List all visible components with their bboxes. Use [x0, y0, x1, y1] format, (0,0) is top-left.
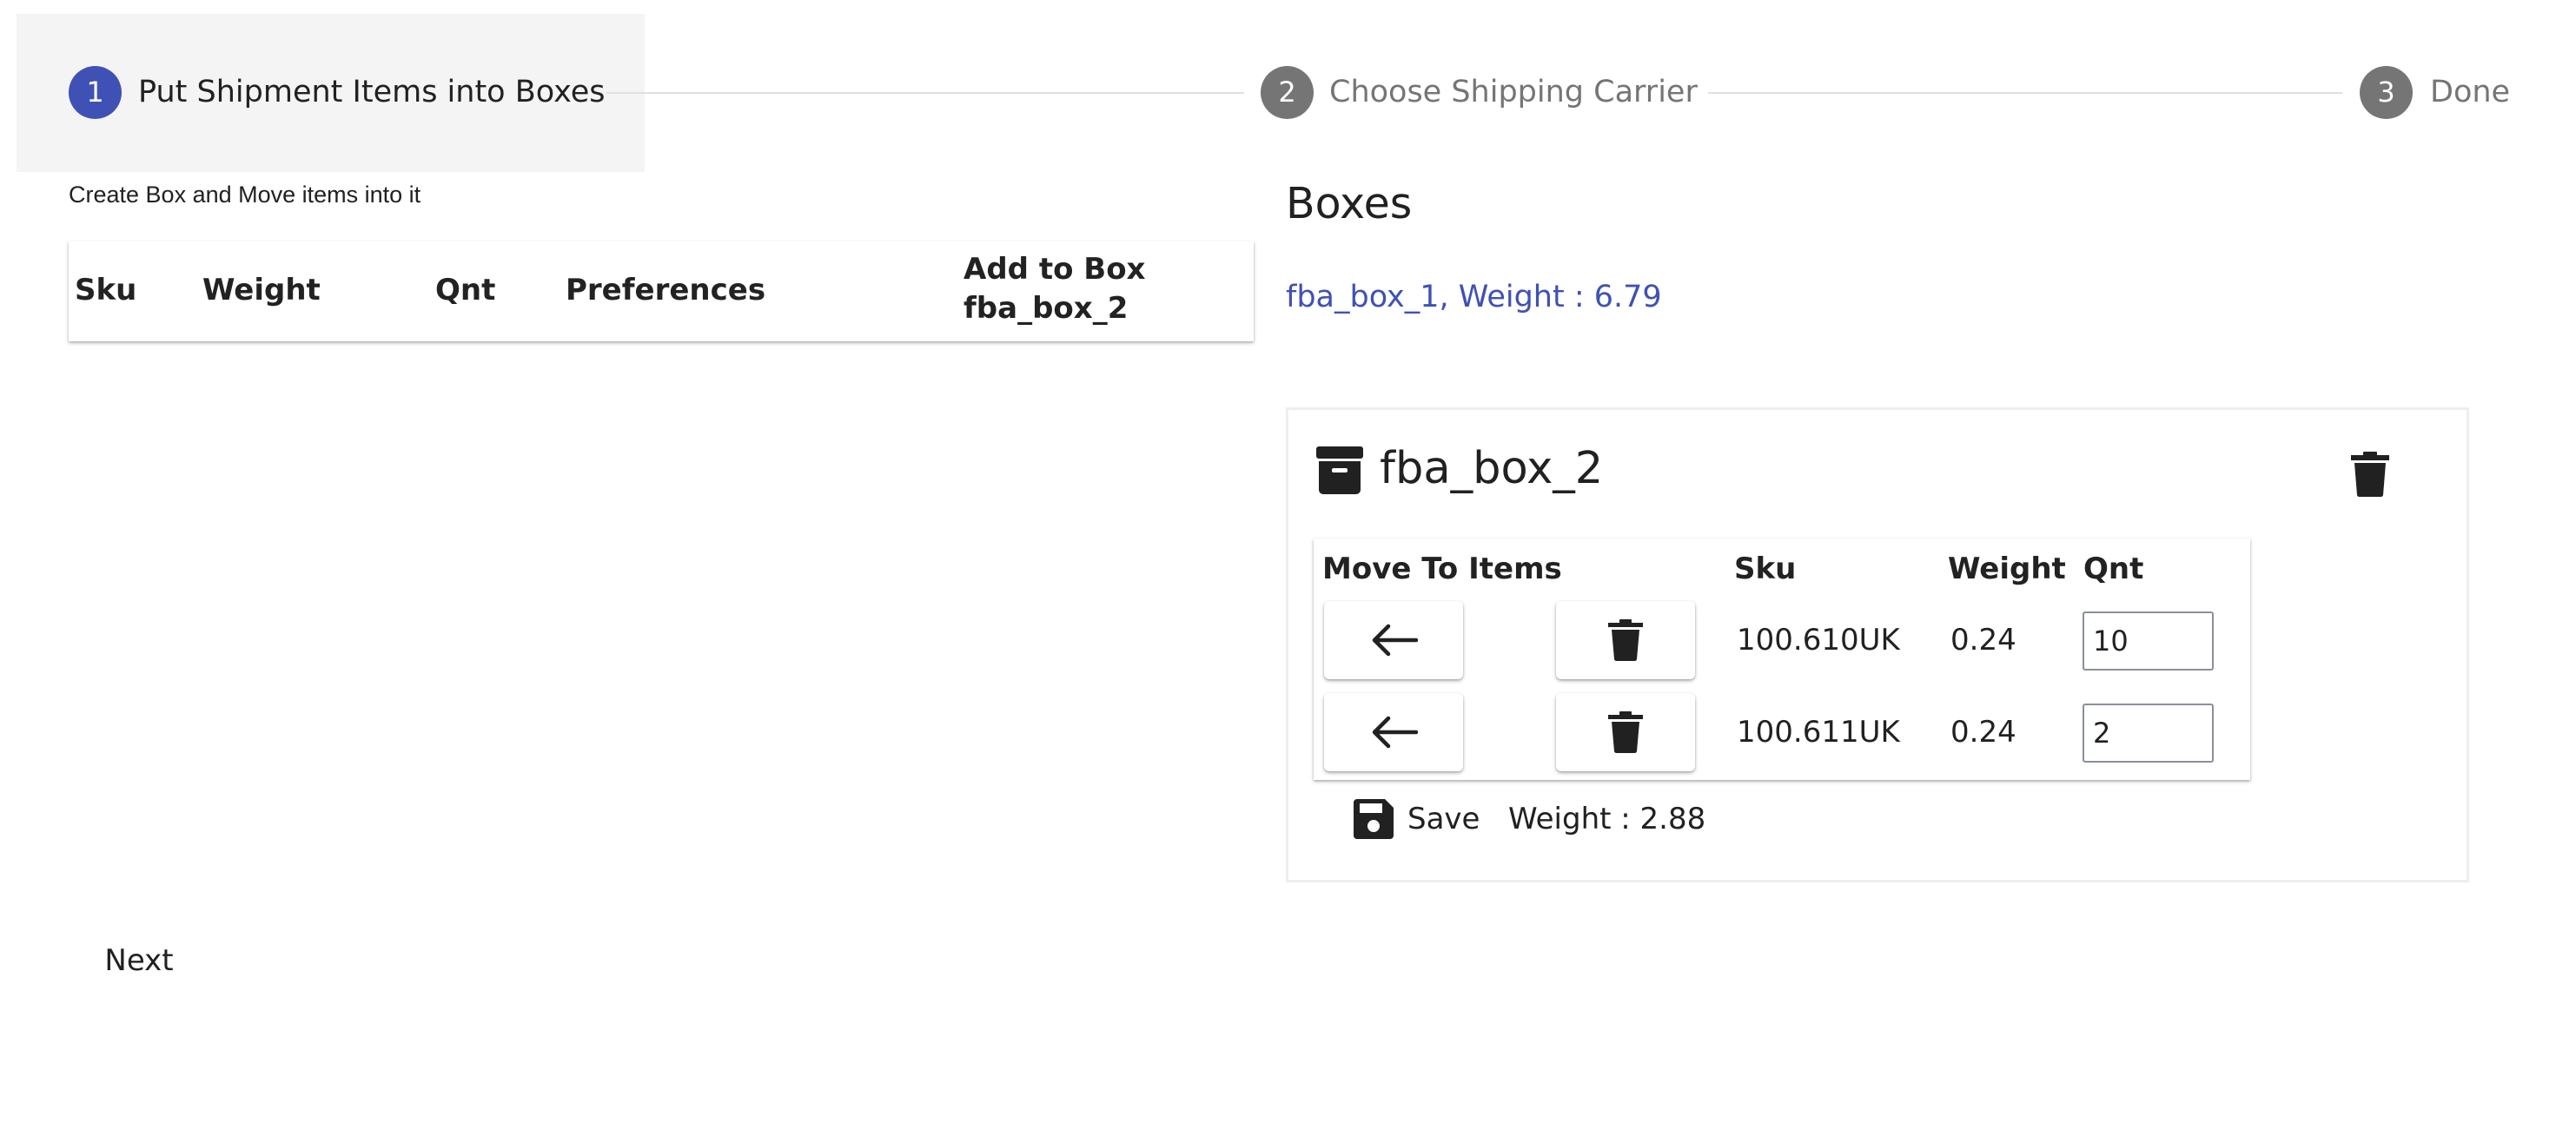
step-3-label[interactable]: Done: [2430, 75, 2510, 109]
column-header-sku: Sku: [1734, 552, 1797, 586]
row-2-weight: 0.24: [1950, 715, 2016, 750]
step-connector-1: [606, 92, 1244, 94]
box-items-table: Move To Items Sku Weight Qnt 100.610UK 0…: [1314, 539, 2250, 780]
remove-item-button[interactable]: [1556, 601, 1695, 679]
row-1-qnt-input[interactable]: [2083, 611, 2214, 671]
box-total-weight: Weight : 2.88: [1508, 802, 1706, 836]
stepper: 1 Put Shipment Items into Boxes 2 Choose…: [0, 0, 2576, 182]
save-box-button[interactable]: Save: [1407, 797, 1480, 841]
items-table: Sku Weight Qnt Preferences Add to Box fb…: [69, 241, 1254, 341]
trash-icon: [1608, 619, 1643, 661]
column-header-qnt: Qnt: [2083, 552, 2144, 586]
row-1-weight: 0.24: [1950, 623, 2016, 658]
trash-icon: [2351, 452, 2389, 498]
column-header-qnt: Qnt: [435, 273, 496, 307]
saved-box-link[interactable]: fba_box_1, Weight : 6.79: [1286, 278, 1662, 317]
items-caption: Create Box and Move items into it: [69, 182, 421, 208]
step-3-number: 3: [2360, 66, 2413, 119]
column-header-add-to-box-target: fba_box_2: [964, 291, 1129, 326]
arrow-left-icon: [1372, 716, 1418, 749]
archive-box-icon: [1316, 446, 1363, 494]
arrow-left-icon: [1372, 624, 1418, 657]
row-1-sku: 100.610UK: [1737, 623, 1900, 658]
next-button[interactable]: Next: [87, 935, 191, 987]
step-1-label: Put Shipment Items into Boxes: [138, 75, 606, 109]
column-header-move-to-items: Move To Items: [1322, 552, 1562, 586]
row-2-sku: 100.611UK: [1737, 715, 1900, 750]
column-header-weight: Weight: [1948, 552, 2066, 586]
column-header-preferences: Preferences: [566, 273, 766, 307]
column-header-sku: Sku: [75, 273, 137, 307]
column-header-weight: Weight: [202, 273, 321, 307]
step-2-number: 2: [1261, 66, 1314, 119]
step-2-label[interactable]: Choose Shipping Carrier: [1329, 75, 1698, 109]
column-header-add-to-box: Add to Box: [964, 252, 1146, 287]
trash-icon: [1608, 711, 1643, 753]
boxes-title: Boxes: [1286, 179, 1413, 228]
move-to-items-button[interactable]: [1324, 601, 1463, 679]
remove-item-button[interactable]: [1556, 693, 1695, 771]
step-connector-2: [1708, 92, 2342, 94]
row-2-qnt-input[interactable]: [2083, 704, 2214, 763]
move-to-items-button[interactable]: [1324, 693, 1463, 771]
delete-box-button[interactable]: [2351, 452, 2389, 498]
current-box-name: fba_box_2: [1380, 443, 1604, 494]
floppy-disk-icon[interactable]: [1354, 799, 1394, 839]
step-1-number: 1: [69, 66, 122, 119]
